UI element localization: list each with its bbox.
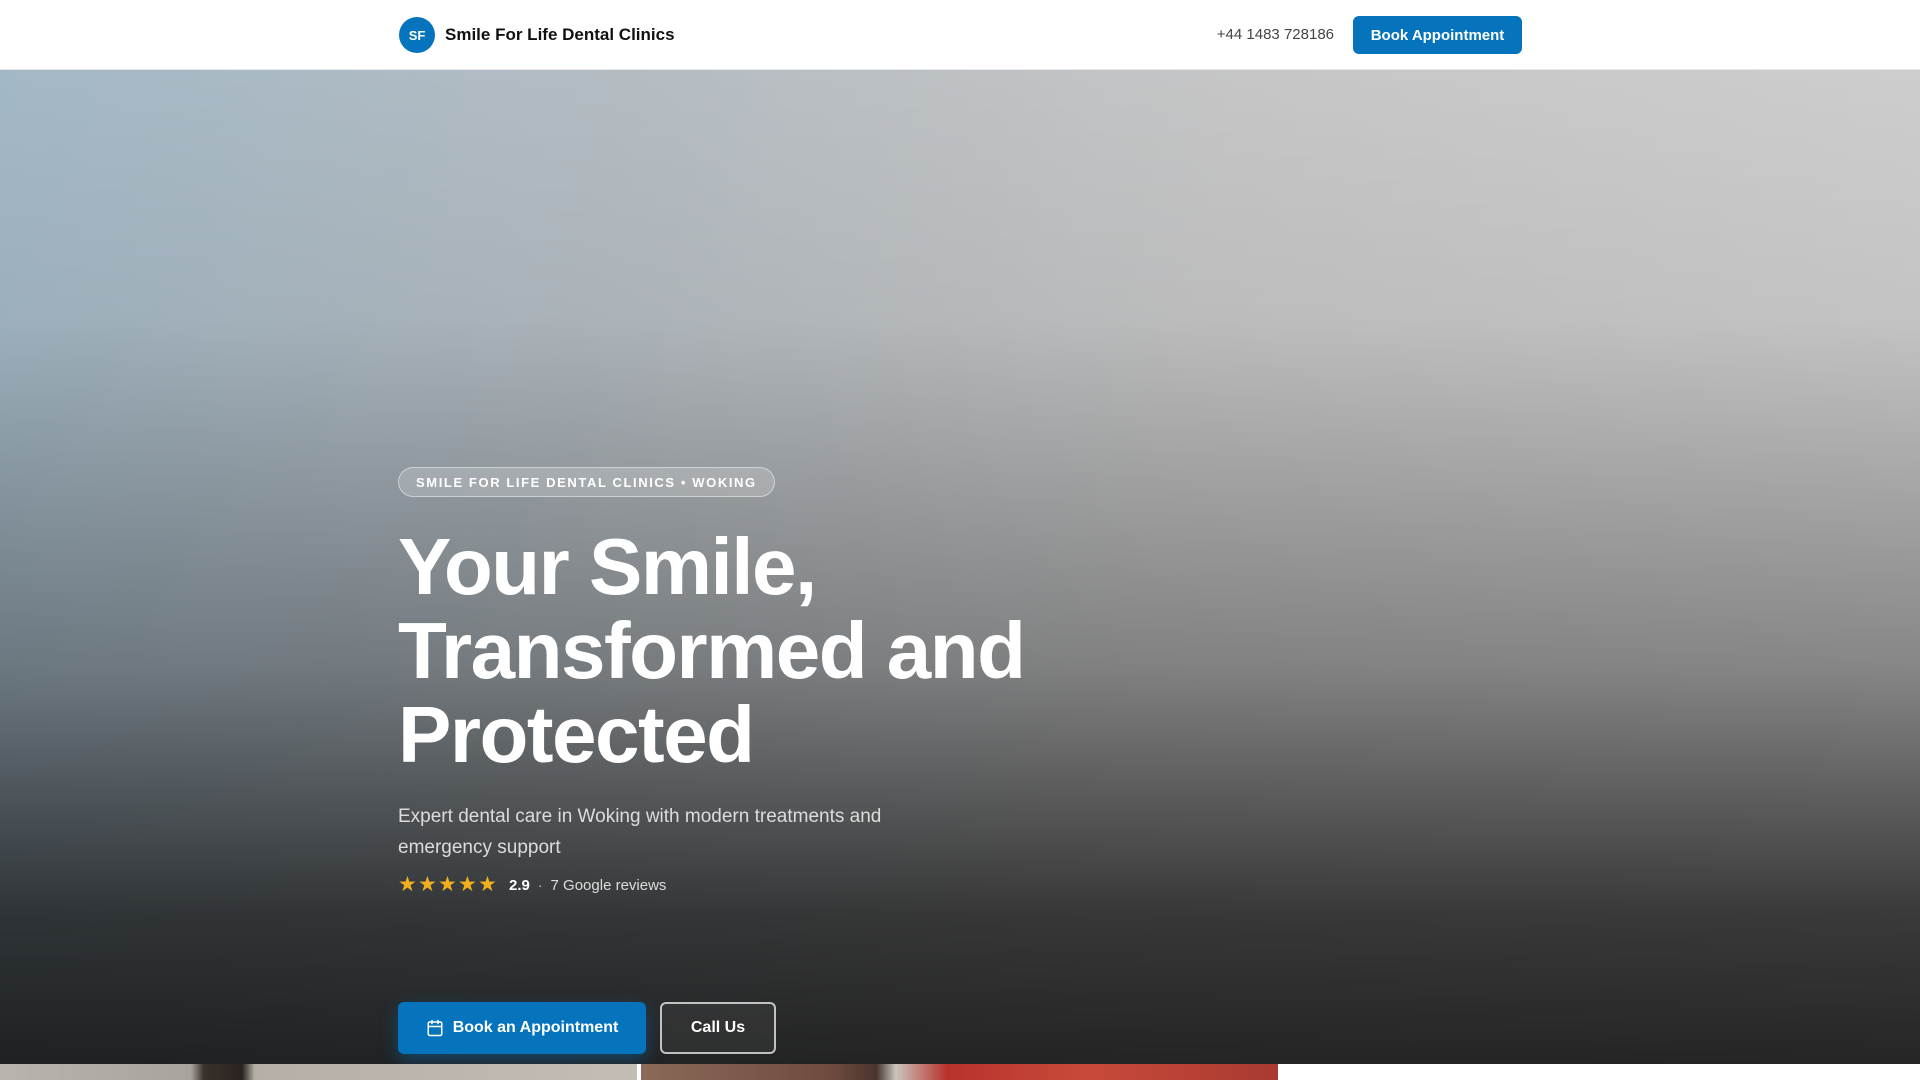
gallery-image[interactable]	[641, 1064, 1278, 1080]
rating: ★ ★ ★ ★ ★ 2.9 · 7 Google reviews	[398, 873, 667, 896]
star-icon: ★	[418, 873, 437, 896]
headline-line-3: Protected	[398, 690, 755, 779]
star-icon: ★	[398, 873, 417, 896]
phone-link[interactable]: +44 1483 728186	[1217, 26, 1334, 43]
rating-value: 2.9	[509, 876, 530, 894]
book-an-appointment-label: Book an Appointment	[452, 1019, 619, 1036]
star-icon: ★	[438, 873, 457, 896]
rating-separator: ·	[537, 877, 543, 893]
site-header: SF Smile For Life Dental Clinics +44 148…	[0, 0, 1920, 70]
star-icon: ★	[478, 873, 497, 896]
brand[interactable]: SF Smile For Life Dental Clinics	[399, 17, 675, 53]
hero-headline: Your Smile, Transformed and Protected	[398, 525, 1098, 777]
review-count: 7 Google reviews	[550, 876, 667, 894]
logo[interactable]: SF	[399, 17, 435, 53]
location-tag: SMILE FOR LIFE DENTAL CLINICS • WOKING	[398, 467, 775, 497]
star-icon: ★	[458, 873, 477, 896]
book-an-appointment-button[interactable]: Book an Appointment	[398, 1002, 646, 1054]
call-us-button[interactable]: Call Us	[660, 1002, 776, 1054]
book-appointment-button[interactable]: Book Appointment	[1353, 16, 1522, 54]
gallery-image[interactable]	[0, 1064, 637, 1080]
calendar-icon	[427, 1019, 443, 1037]
hero-subtitle: Expert dental care in Woking with modern…	[398, 806, 882, 858]
gallery-strip	[0, 1064, 1920, 1080]
star-rating-icons: ★ ★ ★ ★ ★	[398, 873, 498, 896]
headline-line-2: Transformed and	[398, 606, 1026, 695]
headline-line-1: Your Smile,	[398, 522, 817, 611]
brand-name[interactable]: Smile For Life Dental Clinics	[445, 25, 675, 45]
hero-section: SMILE FOR LIFE DENTAL CLINICS • WOKING Y…	[0, 70, 1920, 1064]
